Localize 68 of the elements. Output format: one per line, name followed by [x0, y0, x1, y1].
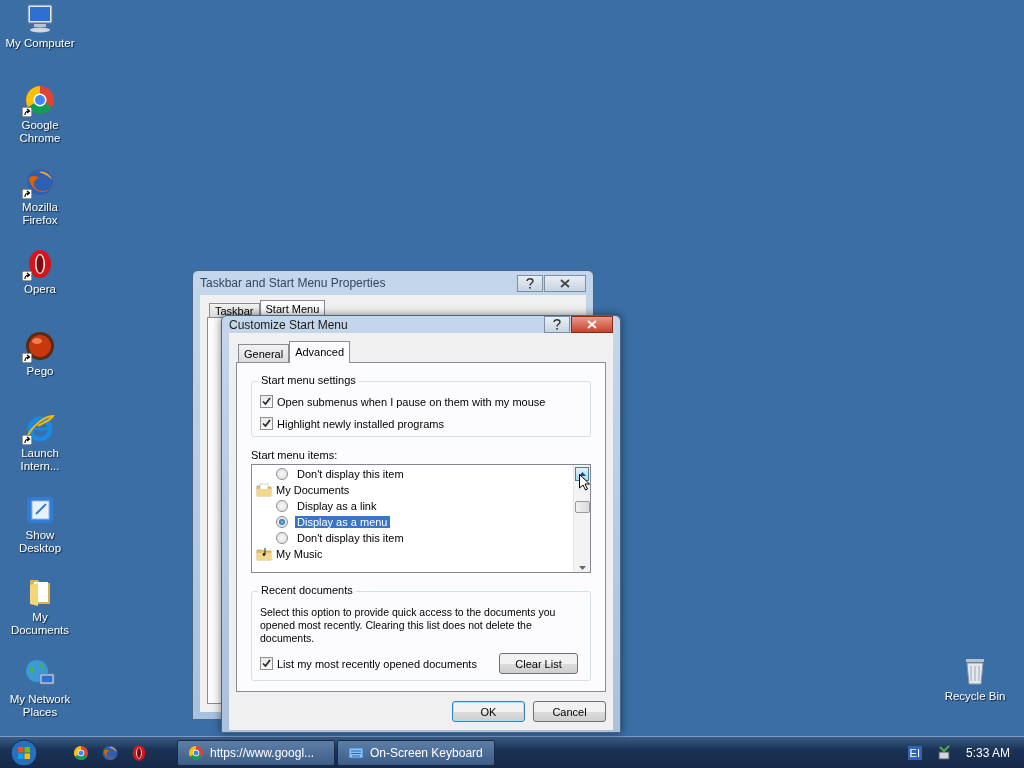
chrome-icon	[24, 84, 56, 116]
cancel-button[interactable]: Cancel	[533, 701, 606, 722]
desktop-icon-label[interactable]: Recycle Bin	[944, 690, 1006, 703]
taskbar-button[interactable]: On-Screen Keyboard	[337, 739, 495, 766]
show-desktop-icon	[24, 494, 56, 526]
desktop-icon-label[interactable]: Opera	[24, 283, 56, 296]
checkbox-label: Highlight newly installed programs	[277, 417, 444, 430]
clear-list-button[interactable]: Clear List	[499, 653, 578, 674]
keyboard-icon	[348, 744, 364, 761]
radio-button[interactable]	[276, 500, 288, 512]
ok-button[interactable]: OK	[452, 701, 525, 722]
language-indicator[interactable]: EI	[907, 745, 922, 760]
close-icon	[587, 320, 597, 329]
option-label[interactable]: Don't display this item	[295, 468, 406, 480]
option-label[interactable]: Display as a menu	[295, 516, 390, 528]
desktop-icon-label[interactable]: My Documents	[4, 611, 76, 637]
checkbox[interactable]	[260, 657, 273, 670]
desktop-icon-label[interactable]: Show Desktop	[4, 529, 76, 555]
scroll-down-icon[interactable]	[578, 566, 586, 570]
help-icon	[526, 277, 534, 289]
tab[interactable]: Advanced	[289, 341, 351, 363]
help-button[interactable]	[517, 274, 543, 292]
up-arrow-icon	[578, 472, 586, 476]
start-button[interactable]	[10, 738, 38, 767]
radio-button[interactable]	[276, 532, 288, 544]
desktop-icon-label[interactable]: My Network Places	[4, 693, 76, 719]
ie-icon	[24, 412, 56, 444]
window-title: Taskbar and Start Menu Properties	[200, 276, 387, 290]
description-text: Select this option to provide quick access to the documents you opened most recently. Clearing this list does not delete the documents.	[260, 606, 557, 645]
tab[interactable]: Taskbar	[209, 303, 260, 317]
close-button[interactable]	[544, 274, 586, 292]
option-label[interactable]: Display as a link	[295, 500, 379, 512]
window-title: Customize Start Menu	[229, 317, 349, 332]
option-label[interactable]: Don't display this item	[295, 532, 406, 544]
computer-icon	[24, 2, 56, 34]
orb-icon	[24, 330, 56, 362]
taskbar-button[interactable]: https://www.googl...	[177, 739, 335, 766]
group-title: Recent documents	[258, 584, 356, 596]
network-tray-icon[interactable]	[935, 744, 952, 761]
desktop-icon-label[interactable]: My Computer	[5, 37, 75, 50]
checkbox-label: Open submenus when I pause on them with my mouse	[277, 395, 546, 408]
item-label: My Music	[276, 548, 323, 560]
radio-button[interactable]	[276, 468, 288, 480]
radio-button[interactable]	[276, 516, 288, 528]
desktop-icon-label[interactable]: Google Chrome	[4, 119, 76, 145]
clock[interactable]: 5:33 AM	[965, 745, 1010, 760]
desktop-icon-label[interactable]: Mozilla Firefox	[4, 201, 76, 227]
chrome-icon	[188, 744, 204, 761]
checkbox[interactable]	[260, 395, 273, 408]
item-label: My Documents	[276, 484, 350, 496]
help-icon	[553, 319, 561, 330]
desktop-icon-label[interactable]: Launch Intern...	[4, 447, 76, 473]
help-button[interactable]	[544, 316, 570, 333]
scroll-thumb[interactable]	[574, 501, 590, 513]
close-icon	[560, 278, 570, 288]
checkbox[interactable]	[260, 417, 273, 430]
group-title: Start menu settings	[258, 374, 359, 386]
chrome-icon	[72, 744, 89, 761]
firefox-icon	[24, 166, 56, 198]
firefox-icon	[100, 743, 119, 762]
scrollbar[interactable]	[573, 465, 590, 572]
tab[interactable]: General	[238, 344, 290, 362]
music-folder-icon	[256, 546, 272, 562]
list-label: Start menu items:	[251, 449, 339, 461]
close-button[interactable]	[571, 316, 613, 333]
documents-folder-icon	[256, 482, 272, 498]
desktop-icon-label[interactable]: Pego	[26, 365, 54, 378]
checkbox-label: List my most recently opened documents	[277, 657, 477, 670]
